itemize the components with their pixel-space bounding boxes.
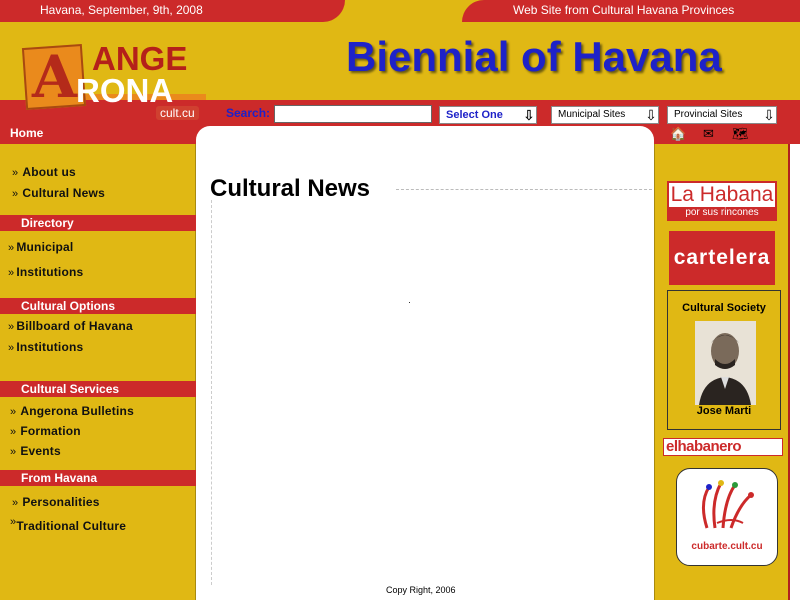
el-habanero-banner[interactable]: elhabanero [663,438,783,456]
chevron-right-icon: » [8,242,15,254]
content-dot [409,302,410,303]
nav-cultural-news[interactable]: » Cultural News [12,186,105,200]
chevron-right-icon: » [12,188,19,200]
la-habana-title: La Habana [670,183,774,206]
section-from-havana: From Havana [0,470,196,486]
nav-label: Billboard of Havana [16,319,133,333]
provincial-sites-select[interactable]: Provincial Sites ⇩ [667,106,777,124]
nav-institutions[interactable]: » Institutions [8,265,83,279]
nav-traditional-culture[interactable]: »Traditional Culture [10,516,127,533]
nav-label: Municipal [16,240,74,254]
logo-line1: ANGE [92,40,188,77]
logo-letter: A [32,43,78,111]
cartelera-label: cartelera [673,246,771,269]
el-habanero-label: elhabanero [666,438,742,455]
municipal-sites-select[interactable]: Municipal Sites ⇩ [551,106,659,124]
category-select[interactable]: Select One ⇩ [439,106,537,124]
page: Havana, September, 9th, 2008 Web Site fr… [0,0,800,600]
society-name: Jose Marti [696,405,752,417]
home-link[interactable]: Home [10,126,43,140]
home-icon[interactable]: 🏠 [670,126,686,142]
nav-institutions-2[interactable]: » Institutions [8,340,83,354]
mail-icon[interactable]: ✉ [703,126,714,142]
nav-personalities[interactable]: » Personalities [12,495,100,509]
nav-label: Formation [20,424,81,438]
nav-label: Personalities [22,495,100,509]
date-text: Havana, September, 9th, 2008 [40,3,203,17]
nav-formation[interactable]: » Formation [10,424,81,438]
chevron-right-icon: » [12,167,19,179]
logo-line2: RONA [76,72,174,109]
category-select-label: Select One [446,109,503,121]
cartelera-banner[interactable]: cartelera [669,231,775,285]
chevron-right-icon: » [8,267,15,279]
nav-events[interactable]: » Events [10,444,61,458]
title-divider [396,189,652,190]
content-divider [211,200,212,585]
header: A ANGE RONA cult.cu Biennial of Havana [0,22,800,128]
cubarte-banner[interactable]: cubarte.cult.cu [676,468,778,566]
municipal-sites-label: Municipal Sites [558,109,626,120]
cubarte-label: cubarte.cult.cu [691,541,763,552]
provincial-sites-label: Provincial Sites [674,109,743,120]
nav-angerona-bulletins[interactable]: » Angerona Bulletins [10,404,134,418]
copyright-text: Copy Right, 2006 [386,585,456,595]
section-cultural-options: Cultural Options [0,298,196,314]
chevron-down-icon: ⇩ [645,107,657,123]
section-directory: Directory [0,215,196,231]
date-banner: Havana, September, 9th, 2008 [0,0,345,22]
chevron-right-icon: » [8,342,15,354]
chevron-right-icon: » [12,497,19,509]
section-title: Cultural News [210,175,371,202]
site-info-text: Web Site from Cultural Havana Provinces [513,3,735,17]
quick-icons: 🏠 ✉ 🗺 [670,126,760,144]
section-cultural-services: Cultural Services [0,381,196,397]
nav-label: Events [20,444,61,458]
sitemap-icon[interactable]: 🗺 [732,126,749,142]
search-label: Search: [226,106,271,120]
chevron-right-icon: » [10,406,17,418]
nav-label: Institutions [16,265,84,279]
chevron-down-icon: ⇩ [763,107,775,123]
search-input[interactable] [274,105,432,123]
nav-about-us[interactable]: » About us [12,165,76,179]
right-edge [790,144,800,600]
site-info-banner: Web Site from Cultural Havana Provinces [462,0,800,22]
chevron-right-icon: » [10,446,17,458]
society-title: Cultural Society [682,302,766,314]
nav-label: Angerona Bulletins [20,404,134,418]
nav-label: About us [22,165,76,179]
chevron-right-icon: » [8,321,15,333]
nav-label: Cultural News [22,186,105,200]
jose-marti-portrait [695,321,756,405]
nav-municipal[interactable]: » Municipal [8,240,73,254]
cubarte-logo-icon [702,480,754,529]
la-habana-subtitle: por sus rincones [669,207,775,219]
la-habana-banner[interactable]: La Habana por sus rincones [667,181,777,221]
nav-billboard[interactable]: » Billboard of Havana [8,319,133,333]
cultural-society-box[interactable]: Cultural Society Jose Marti [667,290,781,430]
nav-label: Traditional Culture [16,519,127,533]
nav-label: Institutions [16,340,84,354]
chevron-down-icon: ⇩ [523,107,535,123]
page-title: Biennial of Havana [346,33,722,80]
chevron-right-icon: » [10,426,17,438]
logo-domain: cult.cu [156,106,199,120]
